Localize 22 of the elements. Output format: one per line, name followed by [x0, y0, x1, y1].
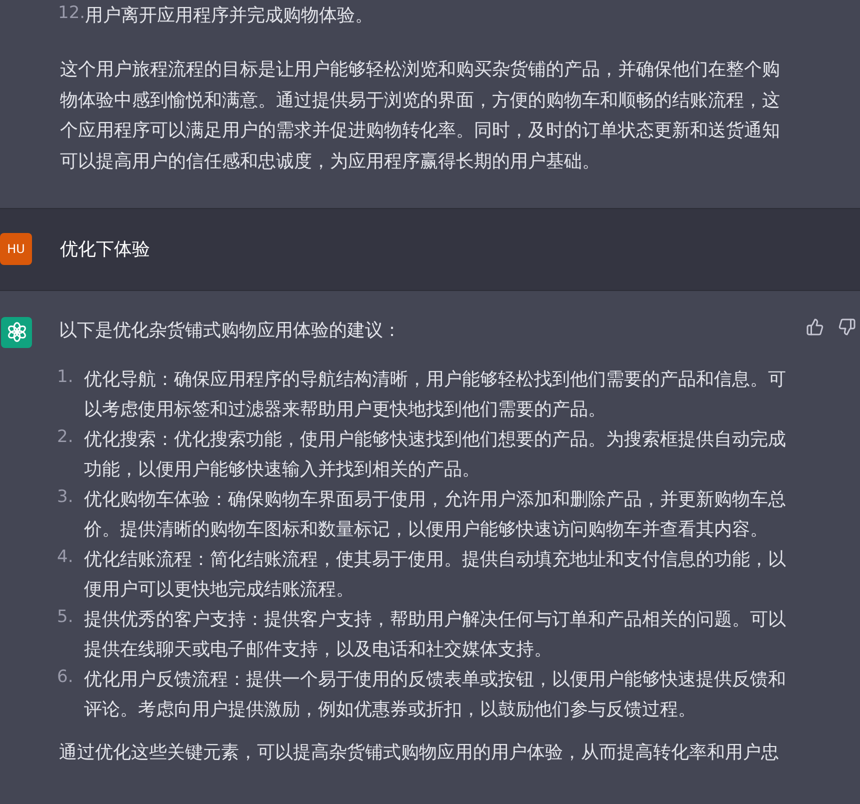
response-intro: 以下是优化杂货铺式购物应用体验的建议：	[59, 318, 401, 343]
response-paragraph: 这个用户旅程流程的目标是让用户能够轻松浏览和购买杂货铺的产品，并确保他们在整个购物体验中感到愉悦和满意。通过提供易于浏览的界面，方便的购物车和顺畅的结账流程，这个应用程序可以满足用户的需求并促进购物转化率。同时，及时的订单状态更新和送货通知可以提高用户的信任感和忠诚度，为应用程序赢得长期的用户基础。	[60, 58, 781, 174]
list-item-text: 优化搜索：优化搜索功能，使用户能够快速找到他们想要的产品。为搜索框提供自动完成功能，以便用户能够快速输入并找到相关的产品。	[84, 428, 787, 482]
user-message: 优化下体验	[60, 238, 150, 262]
list-number: 12.	[58, 2, 85, 25]
assistant-avatar-icon	[1, 316, 32, 348]
list-item-text: 用户离开应用程序并完成购物体验。	[85, 4, 374, 28]
list-number: 4.	[57, 546, 74, 569]
list-number: 6.	[57, 666, 74, 689]
list-number: 3.	[57, 486, 74, 509]
list-item-text: 提供优秀的客户支持：提供客户支持，帮助用户解决任何与订单和产品相关的问题。可以提供在线聊天或电子邮件支持，以及电话和社交媒体支持。	[84, 608, 787, 662]
list-item-text: 优化购物车体验：确保购物车界面易于使用，允许用户添加和删除产品，并更新购物车总价。提供清晰的购物车图标和数量标记，以便用户能够快速访问购物车并查看其内容。	[84, 488, 787, 542]
list-item-text: 优化结账流程：简化结账流程，使其易于使用。提供自动填充地址和支付信息的功能，以便用户可以更快地完成结账流程。	[84, 548, 787, 602]
thumbs-down-icon[interactable]	[838, 318, 856, 336]
list-number: 2.	[57, 426, 74, 449]
response-paragraph: 通过优化这些关键元素，可以提高杂货铺式购物应用的用户体验，从而提高转化率和用户忠	[59, 740, 780, 765]
user-avatar: HU	[0, 233, 32, 266]
list-item-text: 优化用户反馈流程：提供一个易于使用的反馈表单或按钮，以便用户能够快速提供反馈和评论。考虑向用户提供激励，例如优惠券或折扣，以鼓励他们参与反馈过程。	[84, 668, 787, 722]
list-number: 5.	[57, 606, 74, 629]
thumbs-up-icon[interactable]	[806, 318, 824, 336]
list-item-text: 优化导航：确保应用程序的导航结构清晰，用户能够轻松找到他们需要的产品和信息。可以考虑使用标签和过滤器来帮助用户更快地找到他们需要的产品。	[84, 368, 787, 422]
list-number: 1.	[57, 366, 74, 389]
